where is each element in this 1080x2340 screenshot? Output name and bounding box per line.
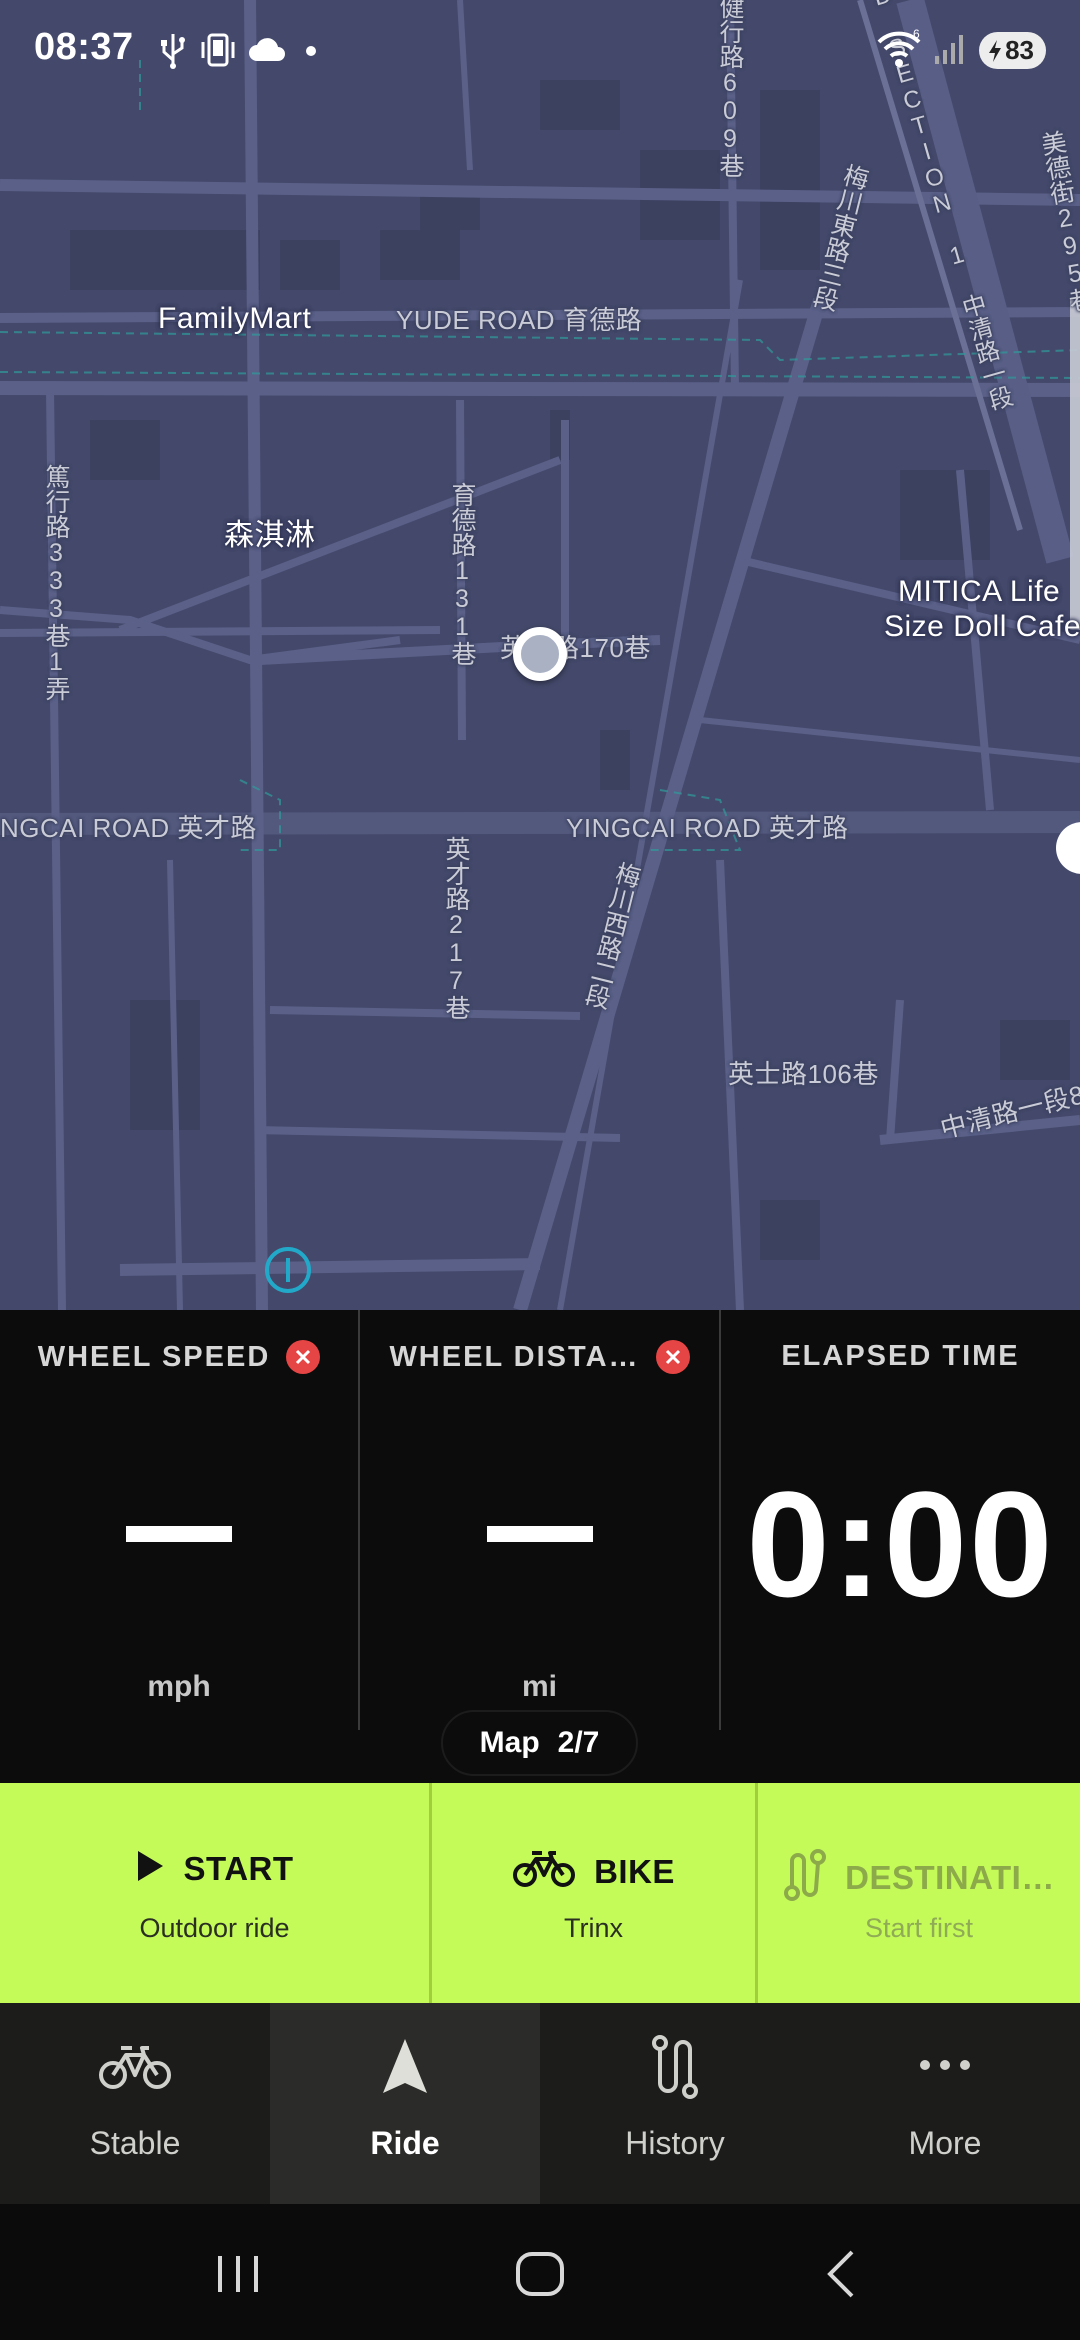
dot-icon xyxy=(296,35,326,70)
bike-label: BIKE xyxy=(594,1852,675,1890)
current-location-marker xyxy=(513,627,567,681)
map-poi-familymart[interactable]: FamilyMart xyxy=(158,302,311,336)
start-sublabel: Outdoor ride xyxy=(139,1913,290,1943)
stat-title: WHEEL SPEED xyxy=(37,1340,271,1373)
error-icon[interactable] xyxy=(655,1340,690,1374)
stat-empty-value xyxy=(486,1526,593,1542)
play-icon xyxy=(135,1849,165,1888)
home-icon[interactable] xyxy=(512,2246,568,2307)
stat-wheel-distance[interactable]: WHEEL DISTA… mi xyxy=(360,1310,721,1730)
nav-label: Stable xyxy=(89,2125,181,2161)
usb-icon xyxy=(158,30,188,75)
destination-button[interactable]: DESTINATI… Start first xyxy=(758,1783,1080,2003)
more-dots-icon xyxy=(917,2055,973,2080)
stat-value: 0:00 xyxy=(746,1460,1055,1628)
bike-icon xyxy=(98,2043,172,2098)
start-label: START xyxy=(183,1849,294,1887)
status-time: 08:37 xyxy=(34,26,134,68)
stat-empty-value xyxy=(126,1526,232,1542)
battery-indicator: 83 xyxy=(979,32,1046,69)
nav-label: More xyxy=(908,2125,982,2161)
start-button[interactable]: START Outdoor ride xyxy=(0,1783,432,2003)
battery-charging-icon xyxy=(989,39,1002,62)
stat-elapsed-time[interactable]: ELAPSED TIME 0:00 xyxy=(721,1310,1080,1730)
map-road-label-yingcai-right: YINGCAI ROAD 英才路 xyxy=(566,813,849,843)
ride-actions: START Outdoor ride BIKE Trinx DESTINATI…… xyxy=(0,1783,1080,2003)
signal-icon xyxy=(933,30,969,71)
map-poi-senqilin[interactable]: 森淇淋 xyxy=(224,510,316,554)
bottom-nav: Stable Ride History More xyxy=(0,2003,1080,2204)
destination-label: DESTINATI… xyxy=(845,1858,1055,1896)
map-road-label-lane106: 英士路106巷 xyxy=(728,1059,879,1089)
stat-wheel-speed[interactable]: WHEEL SPEED mph xyxy=(0,1310,360,1730)
map-road-label-duxing333: 篤行路333巷1弄 xyxy=(42,464,70,701)
status-bar: 08:37 6 83 xyxy=(0,0,1080,100)
bike-sublabel: Trinx xyxy=(564,1913,623,1943)
map-road-label-yingcai217: 英才路217巷 xyxy=(442,836,470,1020)
page-indicator-label: Map xyxy=(479,1726,540,1759)
page-indicator-count: 2/7 xyxy=(557,1726,600,1759)
back-icon[interactable] xyxy=(816,2246,872,2307)
map-poi-mitica-line1[interactable]: MITICA Life xyxy=(898,575,1060,609)
map-poi-mitica-line2[interactable]: Size Doll Cafe xyxy=(884,610,1080,644)
stat-unit: mi xyxy=(521,1670,557,1703)
destination-sublabel: Start first xyxy=(864,1913,973,1943)
map-road-label-yude131: 育德路131巷 xyxy=(448,482,476,666)
error-icon[interactable] xyxy=(286,1340,321,1374)
svg-text:6: 6 xyxy=(913,28,920,41)
phone-vibrate-icon xyxy=(198,30,238,75)
nav-item-history[interactable]: History xyxy=(540,2003,810,2204)
nav-label: Ride xyxy=(370,2125,440,2161)
page-indicator[interactable]: Map 2/7 xyxy=(441,1710,638,1776)
battery-level: 83 xyxy=(1005,35,1034,65)
stat-unit: mph xyxy=(147,1670,211,1703)
nav-item-stable[interactable]: Stable xyxy=(0,2003,270,2204)
map-road-label-yingcai-left: NGCAI ROAD 英才路 xyxy=(0,813,257,843)
nav-label: History xyxy=(625,2125,725,2161)
recent-apps-icon[interactable] xyxy=(210,2246,266,2307)
route-icon xyxy=(648,2035,702,2104)
map-view[interactable]: FamilyMart YUDE ROAD 育德路 森淇淋 MITICA Life… xyxy=(0,0,1080,1310)
route-icon xyxy=(783,1849,827,1906)
stat-title: ELAPSED TIME xyxy=(781,1340,1020,1372)
navigation-arrow-icon xyxy=(380,2037,430,2102)
map-road-label-yude: YUDE ROAD 育德路 xyxy=(396,305,643,335)
nav-item-more[interactable]: More xyxy=(810,2003,1080,2204)
bike-icon xyxy=(512,1849,576,1894)
cloud-icon xyxy=(248,35,286,70)
bike-button[interactable]: BIKE Trinx xyxy=(432,1783,758,2003)
stat-title: WHEEL DISTA… xyxy=(389,1340,640,1373)
nav-item-ride[interactable]: Ride xyxy=(270,2003,540,2204)
wifi-icon: 6 xyxy=(875,27,923,73)
system-nav-bar xyxy=(0,2204,1080,2340)
